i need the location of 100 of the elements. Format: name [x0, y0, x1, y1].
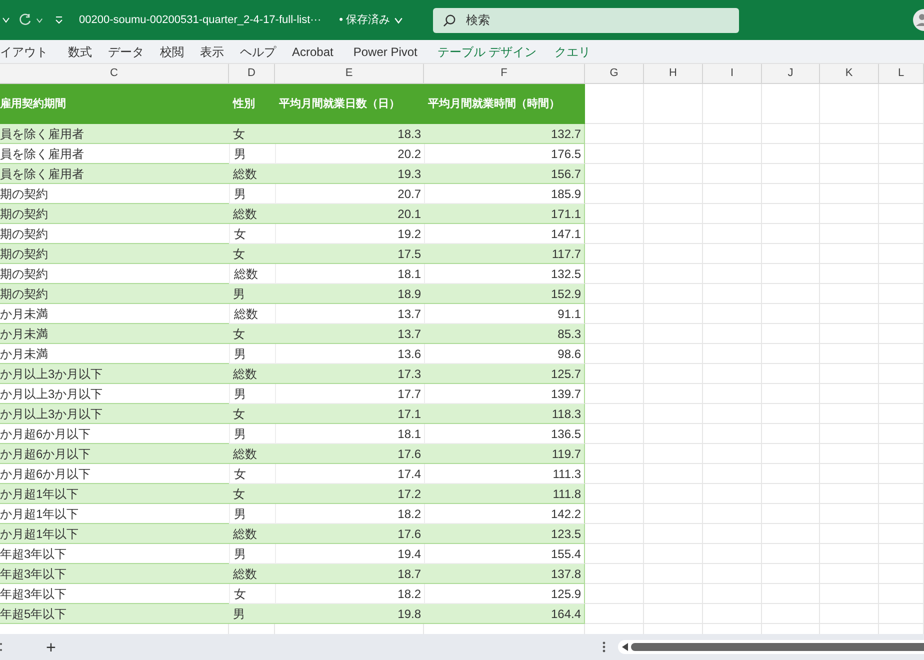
ribbon-tab[interactable]: 校閲	[160, 42, 184, 60]
table-cell: 125.9	[424, 584, 585, 604]
table-cell: 17.6	[275, 524, 424, 544]
table-cell: 女	[229, 404, 275, 424]
table-cell: 総数	[229, 204, 275, 224]
table-cell: 125.7	[424, 364, 585, 384]
table-cell: 総数	[229, 364, 275, 384]
column-header[interactable]: H	[644, 64, 703, 84]
table-cell: 132.5	[424, 264, 585, 284]
more-icon[interactable]	[602, 641, 606, 653]
table-cell: 女	[229, 464, 275, 484]
table-cell: 17.6	[275, 444, 424, 464]
table-cell: 91.1	[424, 304, 585, 324]
table-cell: 139.7	[424, 384, 585, 404]
table-cell: 17.7	[275, 384, 424, 404]
more-icon[interactable]	[0, 642, 4, 652]
table-cell: 期の契約	[0, 284, 229, 304]
scroll-left-icon[interactable]	[622, 643, 629, 651]
table-cell: 19.4	[275, 544, 424, 564]
table-cell: 119.7	[424, 444, 585, 464]
ribbon-tab[interactable]: Acrobat	[292, 42, 334, 60]
table-cell: 男	[229, 344, 275, 364]
ribbon-tab[interactable]: クエリ	[554, 42, 591, 60]
add-sheet-button[interactable]: +	[46, 638, 56, 656]
table-cell: 18.1	[275, 424, 424, 444]
redo-icon[interactable]	[18, 13, 32, 27]
column-header[interactable]: E	[275, 64, 424, 84]
table-cell: 176.5	[424, 144, 585, 164]
table-cell: 18.9	[275, 284, 424, 304]
avatar-icon[interactable]	[910, 9, 924, 31]
table-cell: 132.7	[424, 124, 585, 144]
table-cell: 総数	[229, 524, 275, 544]
column-header[interactable]: G	[585, 64, 644, 84]
table-cell: 20.7	[275, 184, 424, 204]
table-cell: 18.2	[275, 504, 424, 524]
ribbon-tab[interactable]: イアウト	[0, 42, 48, 60]
table-cell: 員を除く雇用者	[0, 164, 229, 184]
table-cell: 員を除く雇用者	[0, 124, 229, 144]
table-cell: 総数	[229, 564, 275, 584]
table-cell: 期の契約	[0, 204, 229, 224]
table-cell: か月以上3か月以下	[0, 404, 229, 424]
table-cell: 17.2	[275, 484, 424, 504]
file-name[interactable]: 00200-soumu-00200531-quarter_2-4-17-full-list···	[79, 12, 322, 28]
table-cell: 総数	[229, 264, 275, 284]
table-header-cell: 雇用契約期間	[0, 84, 229, 124]
table-cell: 18.3	[275, 124, 424, 144]
column-header[interactable]: C	[0, 64, 229, 84]
ribbon-tab[interactable]: データ	[108, 42, 144, 60]
table-cell: か月以上3か月以下	[0, 364, 229, 384]
table-cell: 13.7	[275, 304, 424, 324]
column-header[interactable]: L	[879, 64, 924, 84]
table-cell: 98.6	[424, 344, 585, 364]
table-cell: 男	[229, 504, 275, 524]
ribbon-tab[interactable]: ヘルプ	[240, 42, 276, 60]
table-cell: 137.8	[424, 564, 585, 584]
search-icon	[443, 14, 456, 26]
table-cell: か月未満	[0, 324, 229, 344]
ribbon-tab[interactable]: 表示	[200, 42, 224, 60]
caret-icon[interactable]	[36, 16, 43, 24]
table-cell: 136.5	[424, 424, 585, 444]
table-header-cell: 性別	[229, 84, 275, 124]
ribbon-tab[interactable]: テーブル デザイン	[437, 42, 537, 60]
table-cell: 13.6	[275, 344, 424, 364]
table-cell: 総数	[229, 444, 275, 464]
column-header[interactable]: F	[424, 64, 585, 84]
table-cell: 19.8	[275, 604, 424, 624]
table-cell: 123.5	[424, 524, 585, 544]
ribbon-tab[interactable]: Power Pivot	[353, 42, 418, 60]
ribbon-tab[interactable]: 数式	[68, 42, 92, 60]
table-cell: 総数	[229, 164, 275, 184]
column-header[interactable]: J	[762, 64, 820, 84]
table-cell: 男	[229, 284, 275, 304]
horizontal-scrollbar[interactable]	[618, 640, 924, 654]
column-header[interactable]: K	[820, 64, 879, 84]
column-header[interactable]: D	[229, 64, 275, 84]
table-cell: 女	[229, 224, 275, 244]
table-cell: 18.1	[275, 264, 424, 284]
table-cell: か月超6か月以下	[0, 444, 229, 464]
table-cell: 155.4	[424, 544, 585, 564]
search-field[interactable]: 検索	[433, 8, 740, 32]
table-cell: 19.2	[275, 224, 424, 244]
table-cell: 20.2	[275, 144, 424, 164]
customize-icon[interactable]	[55, 16, 63, 24]
table-cell: 20.1	[275, 204, 424, 224]
table-cell: 152.9	[424, 284, 585, 304]
table-cell: 13.7	[275, 324, 424, 344]
table-cell: 156.7	[424, 164, 585, 184]
table-cell: 女	[229, 584, 275, 604]
table-cell: 総数	[229, 304, 275, 324]
table-cell: 17.1	[275, 404, 424, 424]
table-cell: か月超1年以下	[0, 524, 229, 544]
table-cell: 185.9	[424, 184, 585, 204]
table-cell: 142.2	[424, 504, 585, 524]
save-status[interactable]: • 保存済み	[339, 12, 404, 28]
table-cell: 女	[229, 324, 275, 344]
table-cell: 女	[229, 124, 275, 144]
caret-icon	[394, 16, 404, 24]
table-cell: 17.4	[275, 464, 424, 484]
column-header[interactable]: I	[703, 64, 762, 84]
table-cell: 118.3	[424, 404, 585, 424]
